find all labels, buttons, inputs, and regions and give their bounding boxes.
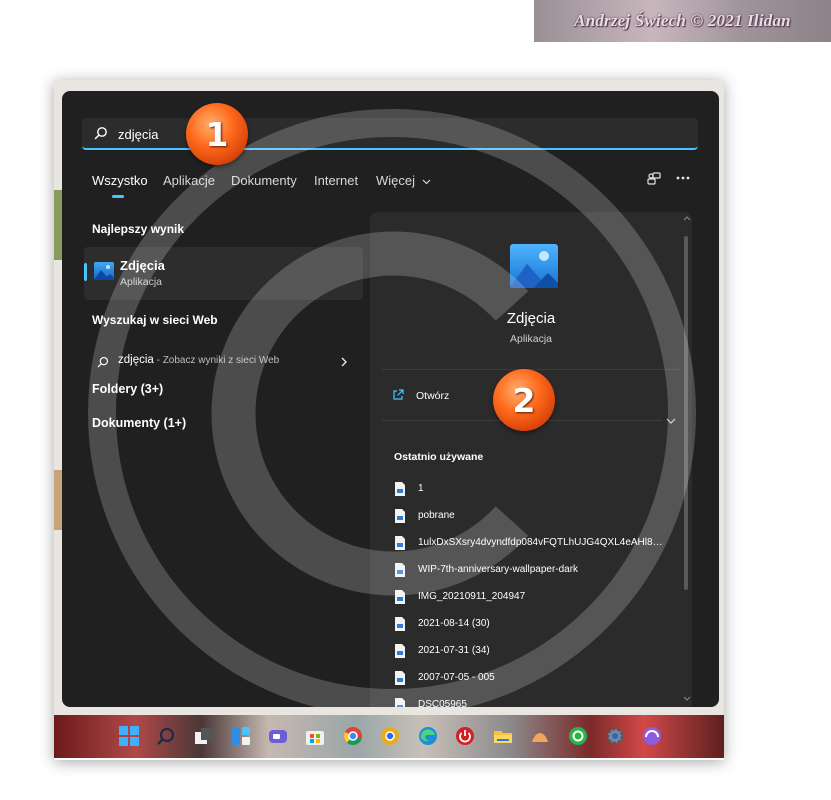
tab-more-label: Więcej <box>376 173 416 188</box>
step-marker-two-label: 2 <box>512 380 536 420</box>
recent-item-name: DSC05965 <box>418 699 467 707</box>
file-explorer-icon[interactable] <box>492 725 514 747</box>
tab-internet[interactable]: Internet <box>314 173 358 188</box>
recent-item[interactable]: DSC05965 <box>394 696 664 707</box>
recent-item-name: IMG_20210911_204947 <box>418 591 526 602</box>
step-marker-two: 2 <box>493 369 555 431</box>
chat-icon[interactable] <box>267 725 289 747</box>
best-match-name: Zdjęcia <box>120 258 165 273</box>
file-icon <box>395 509 405 523</box>
recent-item[interactable]: 2021-08-14 (30) <box>394 615 664 635</box>
power-icon[interactable] <box>454 725 476 747</box>
web-search-suffix: - Zobacz wyniki z sieci Web <box>153 355 280 366</box>
file-icon <box>395 590 405 604</box>
widgets-icon[interactable] <box>230 725 252 747</box>
photos-app-icon <box>94 262 114 280</box>
background-image <box>54 190 62 260</box>
edge-icon[interactable] <box>417 725 439 747</box>
background-image <box>54 470 62 530</box>
recent-item-name: WIP-7th-anniversary-wallpaper-dark <box>418 564 579 575</box>
recent-item[interactable]: 2007-07-05 - 005 <box>394 669 664 689</box>
file-icon <box>395 536 405 550</box>
share-icon[interactable] <box>646 171 662 187</box>
recent-item[interactable]: pobrane <box>394 507 664 527</box>
step-marker-one-label: 1 <box>205 114 229 154</box>
app-icon[interactable] <box>641 725 663 747</box>
app-icon[interactable] <box>567 725 589 747</box>
chevron-down-icon <box>422 179 431 185</box>
settings-icon[interactable] <box>604 725 626 747</box>
details-app-type: Aplikacja <box>509 333 553 345</box>
search-icon <box>97 356 109 368</box>
file-icon <box>395 617 405 631</box>
step-marker-one: 1 <box>186 103 248 165</box>
recent-item-name: pobrane <box>418 510 455 521</box>
chevron-right-icon <box>341 357 347 367</box>
file-icon <box>395 698 405 707</box>
file-icon <box>395 563 405 577</box>
web-search-heading: Wyszukaj w sieci Web <box>92 313 218 327</box>
web-search-query: zdjęcia <box>118 354 154 366</box>
taskbar <box>54 715 724 758</box>
search-icon[interactable] <box>155 725 177 747</box>
store-icon[interactable] <box>304 725 326 747</box>
tab-documents[interactable]: Dokumenty <box>231 173 297 188</box>
recent-item[interactable]: WIP-7th-anniversary-wallpaper-dark <box>394 561 664 581</box>
folders-heading[interactable]: Foldery (3+) <box>92 382 163 396</box>
selection-accent <box>84 263 87 281</box>
chrome-beta-icon[interactable] <box>379 725 401 747</box>
chrome-icon[interactable] <box>342 725 364 747</box>
recent-item-name: 2021-08-14 (30) <box>418 618 490 629</box>
search-box[interactable] <box>82 118 698 150</box>
search-icon <box>94 127 107 140</box>
scrollbar-thumb[interactable] <box>684 236 688 590</box>
best-match-item[interactable]: Zdjęcia Aplikacja <box>84 247 363 300</box>
details-panel: Zdjęcia Aplikacja Otwórz Ostatnio używan… <box>370 212 692 707</box>
tab-all[interactable]: Wszystko <box>92 173 148 188</box>
open-label: Otwórz <box>416 390 450 402</box>
recent-item-name: 2007-07-05 - 005 <box>418 672 495 683</box>
chevron-down-icon[interactable] <box>666 418 676 424</box>
recent-heading: Ostatnio używane <box>394 451 484 463</box>
file-icon <box>395 482 405 496</box>
best-match-heading: Najlepszy wynik <box>92 222 185 236</box>
more-icon[interactable] <box>676 176 690 180</box>
scroll-down-icon[interactable] <box>683 696 691 701</box>
recent-item-name: 1 <box>418 483 424 494</box>
web-search-text: zdjęcia - Zobacz wyniki z sieci Web <box>118 354 279 366</box>
recent-item-name: 1ulxDxSXsry4dvyndfdp084vFQTLhUJG4QXL4eAH… <box>418 537 664 548</box>
web-search-item[interactable]: zdjęcia - Zobacz wyniki z sieci Web <box>92 351 352 373</box>
best-match-type: Aplikacja <box>120 276 163 288</box>
documents-heading[interactable]: Dokumenty (1+) <box>92 416 186 430</box>
windows-start-icon[interactable] <box>118 725 140 747</box>
tab-active-indicator <box>112 195 124 198</box>
tab-more[interactable]: Więcej <box>376 173 431 188</box>
tab-apps[interactable]: Aplikacje <box>163 173 215 188</box>
details-app-name: Zdjęcia <box>506 310 556 327</box>
recent-item[interactable]: 1ulxDxSXsry4dvyndfdp084vFQTLhUJG4QXL4eAH… <box>394 534 664 554</box>
watermark-banner: Andrzej Świech © 2021 Ilidan <box>534 0 831 42</box>
recent-item[interactable]: 1 <box>394 480 664 500</box>
photos-app-icon <box>510 244 558 288</box>
recent-item[interactable]: 2021-07-31 (34) <box>394 642 664 662</box>
task-view-icon[interactable] <box>193 725 215 747</box>
recent-item[interactable]: IMG_20210911_204947 <box>394 588 664 608</box>
app-icon[interactable] <box>529 725 551 747</box>
watermark-text: Andrzej Świech © 2021 Ilidan <box>574 11 791 30</box>
start-search-window: Wszystko Aplikacje Dokumenty Internet Wi… <box>62 91 719 707</box>
file-icon <box>395 671 405 685</box>
open-external-icon <box>393 389 404 400</box>
recent-item-name: 2021-07-31 (34) <box>418 645 490 656</box>
scroll-up-icon[interactable] <box>683 216 691 221</box>
file-icon <box>395 644 405 658</box>
